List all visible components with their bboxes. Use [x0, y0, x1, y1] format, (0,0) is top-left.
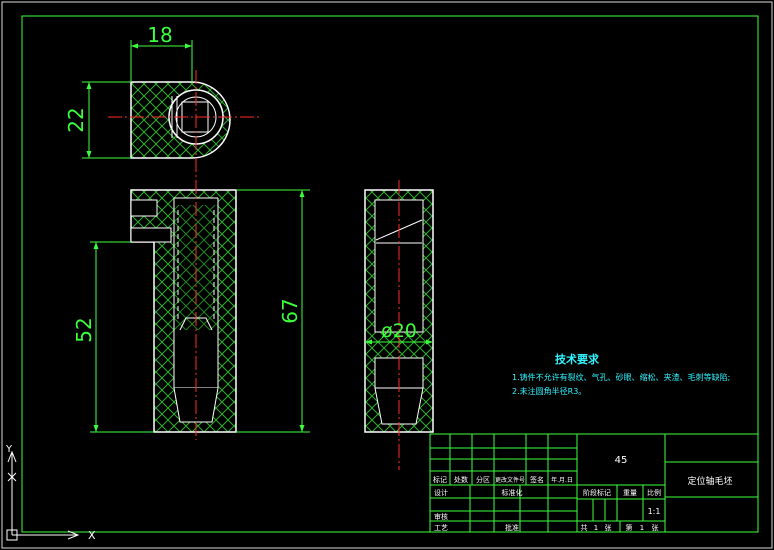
- notes-line-1: 1.铸件不允许有裂纹、气孔、砂眼、缩松、夹渣、毛刺等缺陷;: [512, 372, 730, 382]
- dim-text-18: 18: [147, 23, 172, 47]
- notes-line-2: 2.未注圆角半径R3。: [512, 386, 586, 396]
- row-label-3: 分区: [476, 475, 490, 484]
- sheet-no-label: 第: [626, 523, 633, 532]
- sheets-unit-2: 张: [652, 523, 659, 532]
- designer-label: 设计: [434, 488, 448, 497]
- dim-text-52: 52: [72, 317, 96, 342]
- top-view: [108, 70, 262, 200]
- row-label-5: 签名: [530, 475, 544, 484]
- weight-label: 重量: [623, 489, 637, 497]
- row-label-4: 更改文件号: [495, 476, 525, 484]
- scale-value: 1:1: [648, 507, 661, 516]
- ucs-x-label: X: [88, 529, 96, 542]
- dim-text-22: 22: [64, 107, 88, 132]
- stage-label: 阶段标记: [583, 488, 611, 497]
- notes-title: 技术要求: [555, 352, 600, 366]
- cad-drawing: 18 22 52 67 ø20 技术要求 1.铸件不允许有裂纹、气孔、砂眼、缩松…: [1, 1, 773, 549]
- process-label: 工艺: [434, 524, 448, 532]
- sheets-unit-1: 张: [605, 523, 612, 532]
- approve-label: 批准: [505, 523, 519, 532]
- standardization-label: 标准化: [502, 488, 523, 497]
- scale-label: 比例: [647, 488, 661, 497]
- sheet-no-value: 1: [640, 524, 644, 532]
- material-value: 45: [615, 455, 628, 466]
- dim-text-diameter: ø20: [381, 320, 417, 342]
- ucs-y-label: Y: [5, 444, 13, 455]
- row-label-6: 年.月.日: [551, 476, 573, 484]
- front-view: [130, 180, 237, 440]
- total-sheets-label: 共: [581, 523, 588, 532]
- part-name: 定位轴毛坯: [687, 475, 732, 487]
- ucs-icon: [6, 450, 80, 541]
- dim-front-52: [90, 241, 154, 433]
- title-block-texts: 标记 处数 分区 更改文件号 签名 年.月.日 设计 标准化 审核 工艺 批准 …: [433, 455, 733, 532]
- row-label-1: 标记: [433, 475, 447, 484]
- total-sheets-value: 1: [594, 524, 598, 532]
- dim-text-67: 67: [278, 298, 302, 323]
- review-label: 审核: [434, 512, 448, 521]
- row-label-2: 处数: [454, 475, 468, 484]
- dim-top-height: [82, 81, 131, 159]
